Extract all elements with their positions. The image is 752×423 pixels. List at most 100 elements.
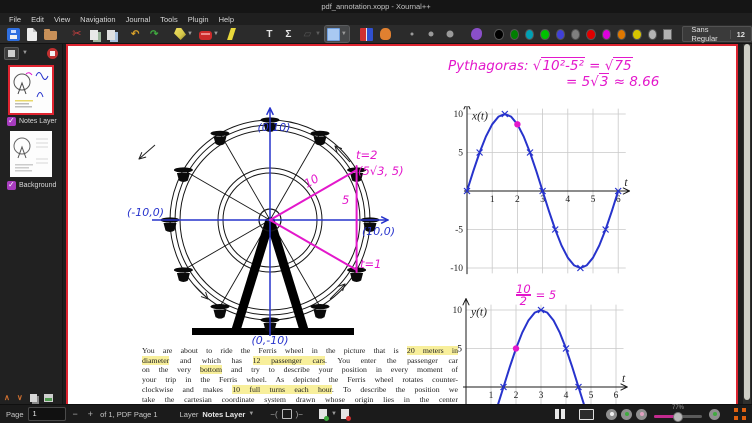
font-selector[interactable]: Sans Regular12 [682,26,752,42]
menu-file[interactable]: File [5,14,25,25]
color-swatch-00a0b4[interactable] [525,29,534,40]
color-swatch-b4b4b4[interactable] [648,29,657,40]
scroll-up-icon[interactable]: ∧ [4,394,10,402]
background-layer-checkbox[interactable] [7,181,16,190]
menu-view[interactable]: View [50,14,74,25]
dot-fine-icon [406,28,419,41]
pen-button[interactable]: ▼ [172,26,195,42]
page-decrement-button[interactable]: − [70,409,81,419]
draw-shapes-dropdown-icon[interactable]: ▼ [315,31,321,37]
menu-help[interactable]: Help [215,14,238,25]
sidebar-close-button[interactable] [47,48,58,59]
color-swatch-007f00[interactable] [510,29,519,40]
vertical-scrollbar[interactable] [743,44,751,404]
thickness-thick-button[interactable] [442,26,459,42]
color-swatch-7f7f7f[interactable] [571,29,580,40]
body-text: You are about to ride the Ferris wheel i… [142,346,407,355]
zoom-out-button[interactable] [636,409,647,420]
save-icon [7,28,20,41]
layer-thumbnail-background[interactable] [10,131,52,177]
layer-label: Layer [180,410,199,419]
undo-arrow-icon: ↶ [129,28,142,41]
chevron-down-icon[interactable]: ▼ [331,411,337,417]
insert-image-button[interactable] [242,26,259,42]
menu-plugin[interactable]: Plugin [184,14,213,25]
color-swatch-dd00dd[interactable] [602,29,611,40]
zoom-100-button[interactable] [621,409,632,420]
color-swatch-000000[interactable] [494,29,503,40]
save-button[interactable] [5,26,22,42]
current-layer-icon[interactable] [282,409,292,419]
add-layer-icon[interactable] [319,409,327,419]
page-preview-icon[interactable] [44,394,53,402]
y-of-t-graph: 123456105y(t)t [444,286,708,404]
highlighter-icon [227,28,236,40]
zoom-slider[interactable]: 77% [654,407,702,421]
highlighted-text: bottom [200,365,222,374]
pdf-page[interactable]: (0,10) (-10,0) (10,0) (0,-10) 10 5 t=2 (… [66,44,738,404]
delete-layer-icon[interactable] [341,409,349,419]
zoom-in-button[interactable] [709,409,720,420]
zoom-slider-handle[interactable] [673,412,683,422]
image-icon [244,28,257,41]
highlighter-button[interactable] [223,26,240,42]
move-to-next-layer-icon[interactable]: )− [296,410,303,419]
duplicate-page-icon[interactable] [30,394,37,402]
page-increment-button[interactable]: + [85,409,96,419]
undo-button[interactable]: ↶ [127,26,144,42]
open-file-button[interactable] [42,26,59,42]
zoom-slider-track[interactable] [654,415,702,418]
redo-button[interactable]: ↷ [146,26,163,42]
menu-navigation[interactable]: Navigation [76,14,119,25]
shape-recognizer-button[interactable] [468,26,485,42]
presentation-mode-icon[interactable] [579,409,594,420]
copy-button[interactable] [87,26,103,42]
select-rectangle-button[interactable]: ▼ [325,26,349,42]
titlebar: pdf_annotation.xopp - Xournal++ [0,0,752,13]
new-file-button[interactable] [24,26,40,42]
x-axis-label: t [624,177,628,189]
color-swatch-4040d8[interactable] [556,29,565,40]
color-swatch-e00000[interactable] [586,29,595,40]
pen-icon [174,28,186,40]
text-tool-button[interactable]: T [261,26,278,42]
pen-dropdown-icon[interactable]: ▼ [187,31,193,37]
statusbar: Page 1 − + of 1, PDF Page 1 Layer Notes … [0,404,752,423]
font-name: Sans Regular [683,25,729,43]
color-picker-icon[interactable] [663,29,672,40]
layer-thumbnail-notes[interactable] [10,67,52,113]
copy-icon [90,30,98,40]
cut-button[interactable]: ✂ [68,26,85,42]
color-swatch-00c200[interactable] [540,29,549,40]
notes-layer-checkbox[interactable] [7,117,16,126]
eraser-button[interactable]: ▼ [197,26,221,42]
scrollbar-thumb[interactable] [744,44,750,400]
layer-select[interactable]: Notes Layer ▼ [202,410,254,419]
menu-journal[interactable]: Journal [122,14,155,25]
math-tex-button[interactable]: Σ [280,26,297,42]
fraction-result: = 5 [536,288,557,302]
page-number-input[interactable]: 1 [28,407,66,421]
y-tick-label: 5 [457,345,462,355]
notes-layer-label: Notes Layer [19,118,57,125]
zoom-fit-button[interactable] [606,409,617,420]
vertical-space-button[interactable] [358,26,375,42]
scroll-down-icon[interactable]: ∨ [17,394,23,402]
thickness-medium-button[interactable] [423,26,440,42]
fullscreen-icon[interactable] [734,408,746,420]
paste-button[interactable] [105,26,117,42]
color-swatch-d6c400[interactable] [632,29,641,40]
select-rectangle-dropdown-icon[interactable]: ▼ [341,31,347,37]
hand-tool-button[interactable] [377,26,394,42]
draw-shapes-button[interactable]: ▱▼ [299,26,323,42]
eraser-dropdown-icon[interactable]: ▼ [213,31,219,37]
font-size: 12 [730,30,751,39]
menu-edit[interactable]: Edit [27,14,48,25]
menu-tools[interactable]: Tools [156,14,182,25]
move-to-previous-layer-icon[interactable]: −( [270,410,277,419]
sidebar-toggle-icon[interactable] [4,47,19,60]
dual-page-view-icon[interactable] [554,409,567,419]
thickness-fine-button[interactable] [404,26,421,42]
color-swatch-e07800[interactable] [617,29,626,40]
chevron-down-icon[interactable]: ▼ [22,50,28,56]
